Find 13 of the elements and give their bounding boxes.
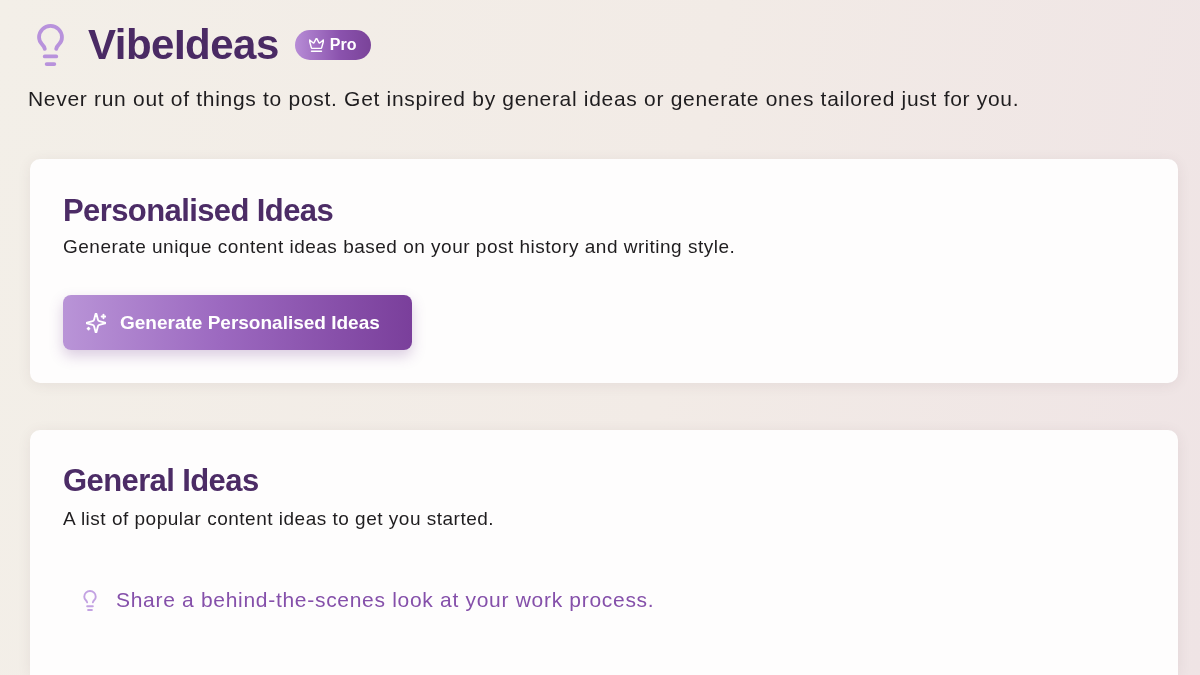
sparkle-icon bbox=[86, 312, 106, 333]
generate-button[interactable]: Generate Personalised Ideas bbox=[63, 295, 412, 350]
tagline: Never run out of things to post. Get inspired by general ideas or generate ones tailored just for you. bbox=[28, 87, 1021, 111]
card-description: A list of popular content ideas to get you started. bbox=[63, 508, 495, 530]
badge-label: Pro bbox=[329, 36, 357, 54]
app-title: VibeIdeas bbox=[88, 22, 279, 68]
lightbulb-icon bbox=[83, 589, 97, 611]
idea-text: Share a behind-the-scenes look at your work process. bbox=[116, 587, 655, 613]
card-title: General Ideas bbox=[63, 463, 259, 499]
crown-icon bbox=[308, 38, 324, 52]
card-title: Personalised Ideas bbox=[63, 193, 334, 229]
card-description: Generate unique content ideas based on your post history and writing style. bbox=[63, 236, 736, 258]
lightbulb-icon bbox=[37, 24, 64, 66]
